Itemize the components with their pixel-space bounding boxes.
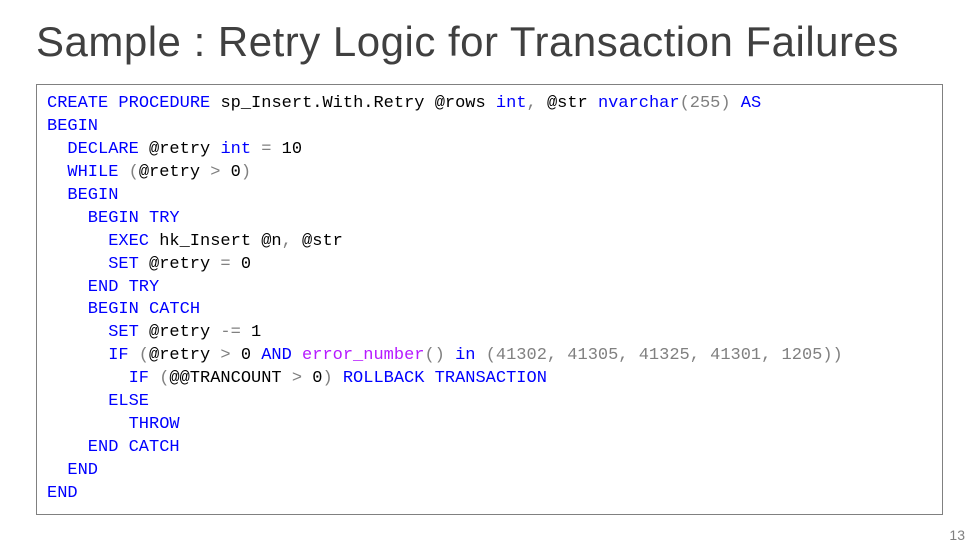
val-1: 1: [251, 323, 261, 342]
var-retry: @retry: [149, 140, 210, 159]
fn-error-number: error_number: [302, 346, 424, 365]
kw-throw: THROW: [129, 415, 180, 434]
comma: ,: [527, 94, 537, 113]
code-line-17: END: [47, 460, 98, 483]
type-nvarchar: nvarchar: [598, 94, 680, 113]
code-line-4: WHILE (@retry > 0): [47, 162, 251, 185]
param-n: @n: [261, 232, 281, 251]
var-retry: @retry: [149, 255, 210, 274]
param-str: @str: [302, 232, 343, 251]
var-retry: @retry: [149, 346, 210, 365]
kw-begin: BEGIN: [88, 300, 139, 319]
kw-begin: BEGIN: [67, 186, 118, 205]
kw-set: SET: [108, 255, 139, 274]
kw-set: SET: [108, 323, 139, 342]
code-line-13: IF (@@TRANCOUNT > 0) ROLLBACK TRANSACTIO…: [47, 368, 547, 391]
type-int: int: [220, 140, 251, 159]
kw-catch: CATCH: [149, 300, 200, 319]
size-255: (255): [680, 94, 731, 113]
val-0: 0: [231, 163, 241, 182]
paren-close: ): [241, 163, 251, 182]
kw-if: IF: [129, 369, 149, 388]
kw-as: AS: [741, 94, 761, 113]
kw-end: END: [47, 484, 78, 503]
op-gt: >: [220, 346, 230, 365]
var-retry: @retry: [139, 163, 200, 182]
kw-if: IF: [108, 346, 128, 365]
code-line-10: BEGIN CATCH: [47, 299, 200, 322]
code-line-7: EXEC hk_Insert @n, @str: [47, 231, 343, 254]
kw-while: WHILE: [67, 163, 118, 182]
op-gt: >: [292, 369, 302, 388]
kw-else: ELSE: [108, 392, 149, 411]
kw-catch: CATCH: [129, 438, 180, 457]
code-line-18: END: [47, 484, 78, 503]
val-10: 10: [282, 140, 302, 159]
code-block: CREATE PROCEDURE sp_Insert.With.Retry @r…: [36, 84, 943, 515]
kw-begin: BEGIN: [88, 209, 139, 228]
code-line-16: END CATCH: [47, 437, 180, 460]
kw-try: TRY: [129, 278, 160, 297]
val-0: 0: [312, 369, 322, 388]
kw-declare: DECLARE: [67, 140, 138, 159]
var-trancount: @@TRANCOUNT: [169, 369, 281, 388]
kw-try: TRY: [149, 209, 180, 228]
proc-name: sp_Insert.With.Retry: [220, 94, 424, 113]
code-line-5: BEGIN: [47, 185, 118, 208]
paren-open: (: [159, 369, 169, 388]
kw-create: CREATE: [47, 94, 108, 113]
param-str: @str: [547, 94, 588, 113]
page-number: 13: [949, 527, 965, 543]
proc-hkinsert: hk_Insert: [159, 232, 251, 251]
code-line-11: SET @retry -= 1: [47, 322, 261, 345]
kw-begin: BEGIN: [47, 117, 98, 136]
op-eq: =: [220, 255, 230, 274]
slide-title: Sample : Retry Logic for Transaction Fai…: [0, 0, 979, 66]
kw-rollback: ROLLBACK: [343, 369, 425, 388]
code-line-3: DECLARE @retry int = 10: [47, 139, 302, 162]
kw-exec: EXEC: [108, 232, 149, 251]
kw-end: END: [88, 278, 119, 297]
kw-end: END: [67, 461, 98, 480]
op-gt: >: [210, 163, 220, 182]
code-line-2: BEGIN: [47, 117, 98, 136]
code-line-14: ELSE: [47, 391, 149, 414]
kw-in: in: [455, 346, 475, 365]
call-parens: (): [424, 346, 444, 365]
kw-transaction: TRANSACTION: [435, 369, 547, 388]
code-line-1: CREATE PROCEDURE sp_Insert.With.Retry @r…: [47, 94, 761, 113]
code-line-8: SET @retry = 0: [47, 254, 251, 277]
op-minus-eq: -=: [220, 323, 240, 342]
type-int: int: [496, 94, 527, 113]
val-0: 0: [241, 255, 251, 274]
comma: ,: [282, 232, 292, 251]
code-line-9: END TRY: [47, 277, 159, 300]
code-line-12: IF (@retry > 0 AND error_number() in (41…: [47, 345, 843, 368]
code-line-15: THROW: [47, 414, 180, 437]
paren-open: (: [139, 346, 149, 365]
var-retry: @retry: [149, 323, 210, 342]
paren-open: (: [129, 163, 139, 182]
error-list: (41302, 41305, 41325, 41301, 1205)): [486, 346, 843, 365]
kw-end: END: [88, 438, 119, 457]
kw-procedure: PROCEDURE: [118, 94, 210, 113]
op-eq: =: [261, 140, 271, 159]
param-rows: @rows: [435, 94, 486, 113]
code-line-6: BEGIN TRY: [47, 208, 180, 231]
val-0: 0: [241, 346, 251, 365]
kw-and: AND: [261, 346, 292, 365]
paren-close: ): [322, 369, 332, 388]
